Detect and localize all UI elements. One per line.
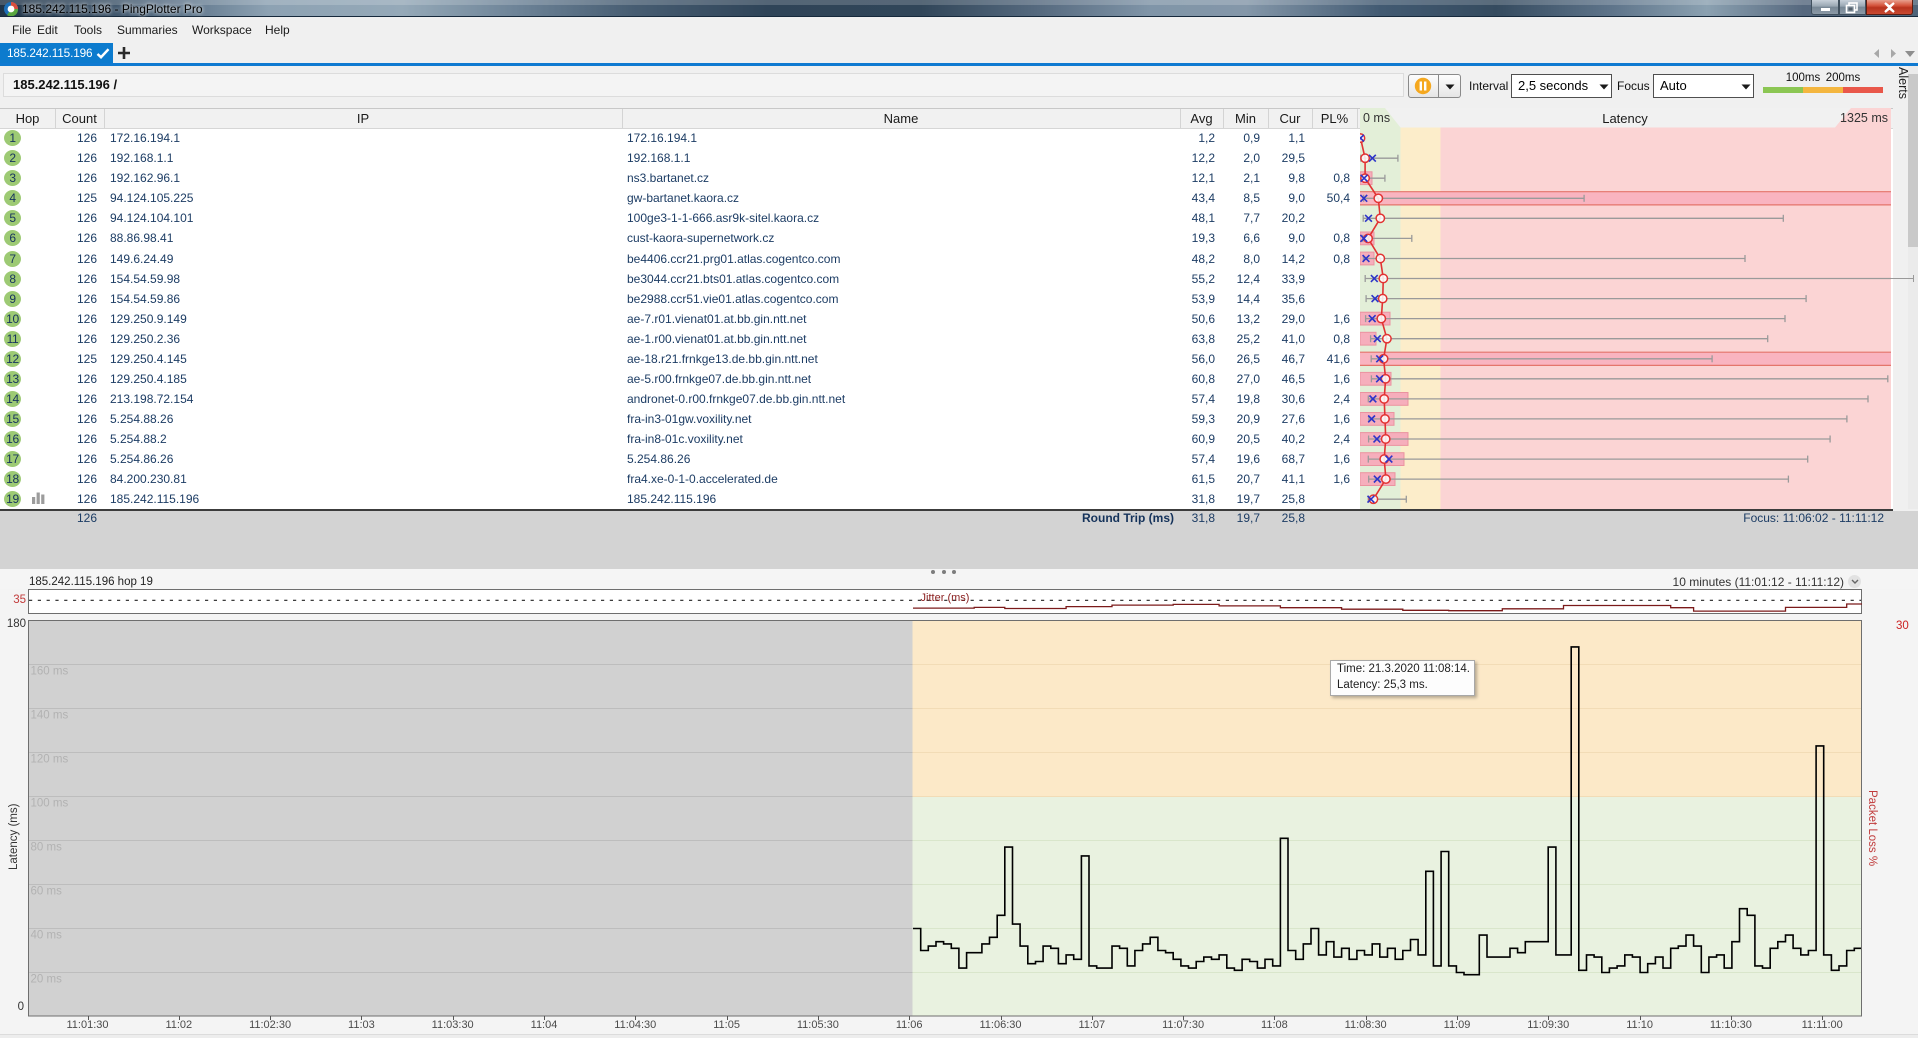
svg-text:120 ms: 120 ms: [31, 753, 69, 765]
svg-text:80 ms: 80 ms: [31, 841, 63, 853]
svg-text:20 ms: 20 ms: [31, 973, 63, 985]
svg-text:100 ms: 100 ms: [31, 797, 69, 809]
svg-text:60 ms: 60 ms: [31, 885, 63, 897]
svg-text:160 ms: 160 ms: [31, 665, 69, 677]
svg-text:40 ms: 40 ms: [31, 929, 63, 941]
svg-text:140 ms: 140 ms: [31, 709, 69, 721]
